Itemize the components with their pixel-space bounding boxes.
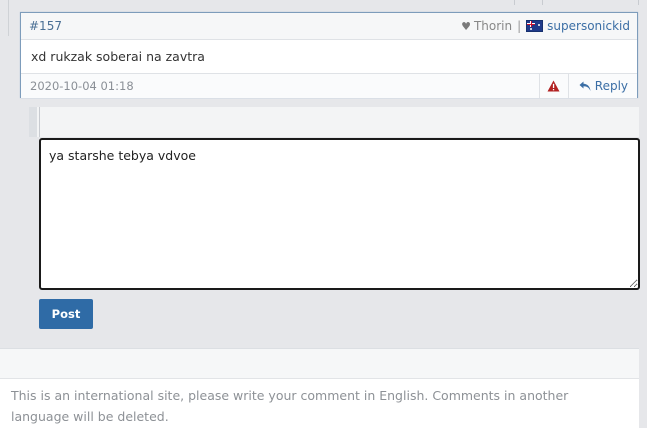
comment-header: #157 ♥ Thorin | supersonickid bbox=[21, 13, 637, 40]
reply-panel-header bbox=[29, 107, 639, 137]
reply-button[interactable]: Reply bbox=[567, 74, 637, 98]
previous-comment-cell bbox=[543, 0, 639, 5]
comment-footer: 2020-10-04 01:18 Reply bbox=[21, 73, 637, 98]
likes[interactable]: ♥ Thorin bbox=[461, 19, 512, 33]
heart-icon: ♥ bbox=[461, 19, 471, 33]
australia-flag-icon bbox=[526, 20, 544, 32]
post-button[interactable]: Post bbox=[39, 299, 93, 329]
language-notice: This is an international site, please wr… bbox=[0, 348, 639, 428]
reply-textarea[interactable]: ya starshe tebya vdvoe bbox=[39, 138, 640, 290]
warning-icon bbox=[547, 80, 560, 92]
comment-date: 2020-10-04 01:18 bbox=[30, 79, 134, 93]
report-button[interactable] bbox=[538, 74, 568, 98]
thread-line bbox=[8, 0, 9, 36]
comment-number[interactable]: #157 bbox=[29, 19, 62, 33]
likes-user: Thorin bbox=[473, 19, 513, 33]
reply-label: Reply bbox=[594, 79, 628, 93]
previous-comment-cell bbox=[0, 0, 515, 5]
reply-arrow-icon bbox=[579, 81, 591, 91]
previous-comment-cell bbox=[515, 0, 543, 5]
comment-author[interactable]: supersonickid bbox=[547, 19, 630, 33]
notice-text: This is an international site, please wr… bbox=[11, 388, 569, 424]
separator: | bbox=[517, 19, 522, 33]
comment-card: #157 ♥ Thorin | supersonickid xd rukzak … bbox=[20, 12, 638, 98]
comment-body: xd rukzak soberai na zavtra bbox=[31, 49, 205, 64]
previous-comment-edge bbox=[0, 0, 647, 11]
notice-header bbox=[0, 349, 639, 379]
